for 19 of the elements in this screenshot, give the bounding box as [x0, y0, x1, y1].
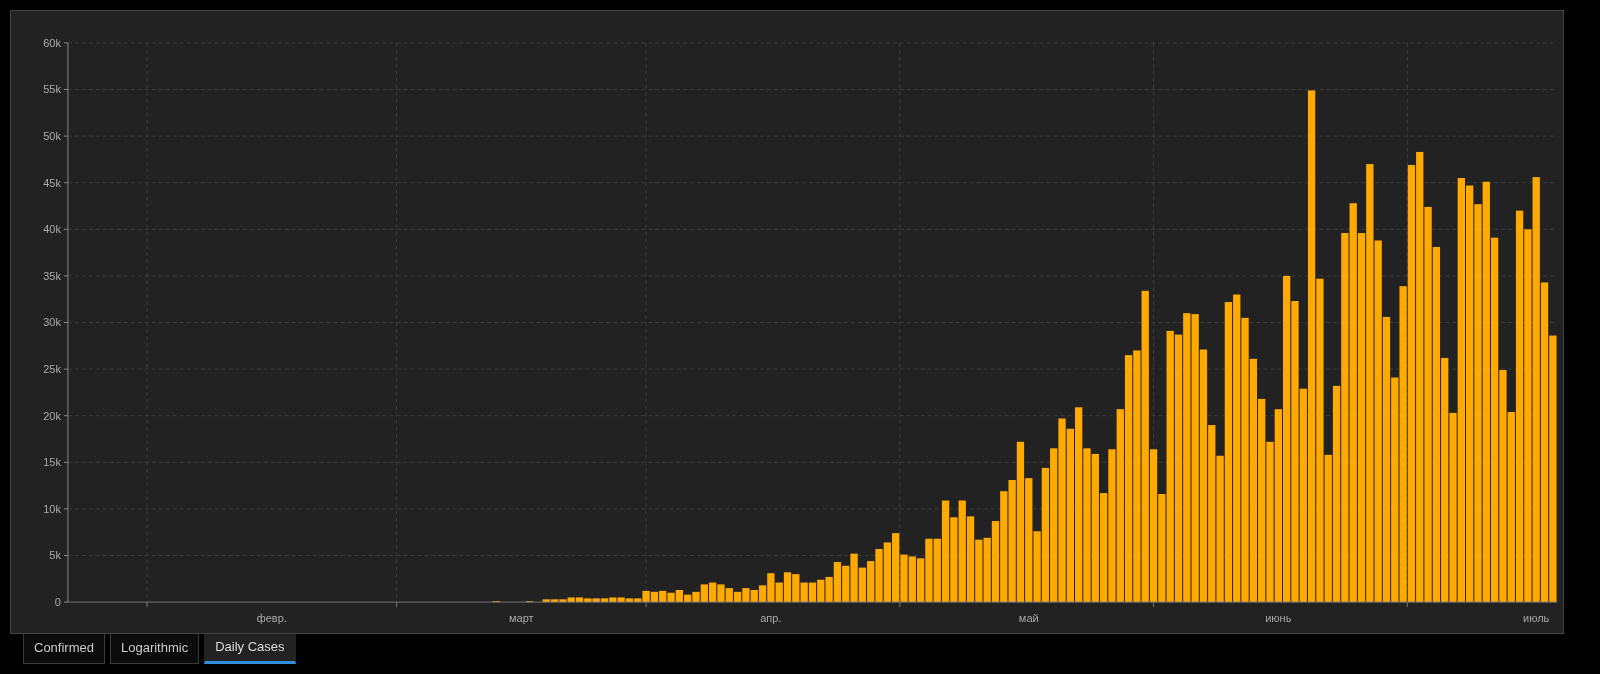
y-tick-label: 60k	[43, 36, 61, 49]
x-tick-label: апр.	[760, 612, 782, 625]
x-tick-label: февр.	[256, 612, 287, 625]
y-tick-label: 20k	[43, 409, 61, 422]
y-tick-label: 30k	[43, 316, 61, 329]
x-tick-label: май	[1018, 612, 1039, 625]
y-tick-label: 15k	[43, 456, 61, 469]
y-tick-label: 45k	[43, 176, 61, 189]
y-tick-label: 50k	[43, 130, 61, 143]
y-tick-label: 10k	[43, 502, 61, 515]
y-tick-label: 55k	[43, 83, 61, 96]
y-tick-label: 0	[54, 596, 61, 609]
y-tick-label: 5k	[49, 549, 61, 562]
x-tick-label: март	[509, 612, 534, 625]
y-tick-label: 40k	[43, 223, 61, 236]
y-tick-label: 35k	[43, 269, 61, 282]
x-tick-label: июль	[1523, 612, 1550, 625]
x-tick-label: июнь	[1265, 612, 1292, 625]
y-tick-label: 25k	[43, 363, 61, 376]
